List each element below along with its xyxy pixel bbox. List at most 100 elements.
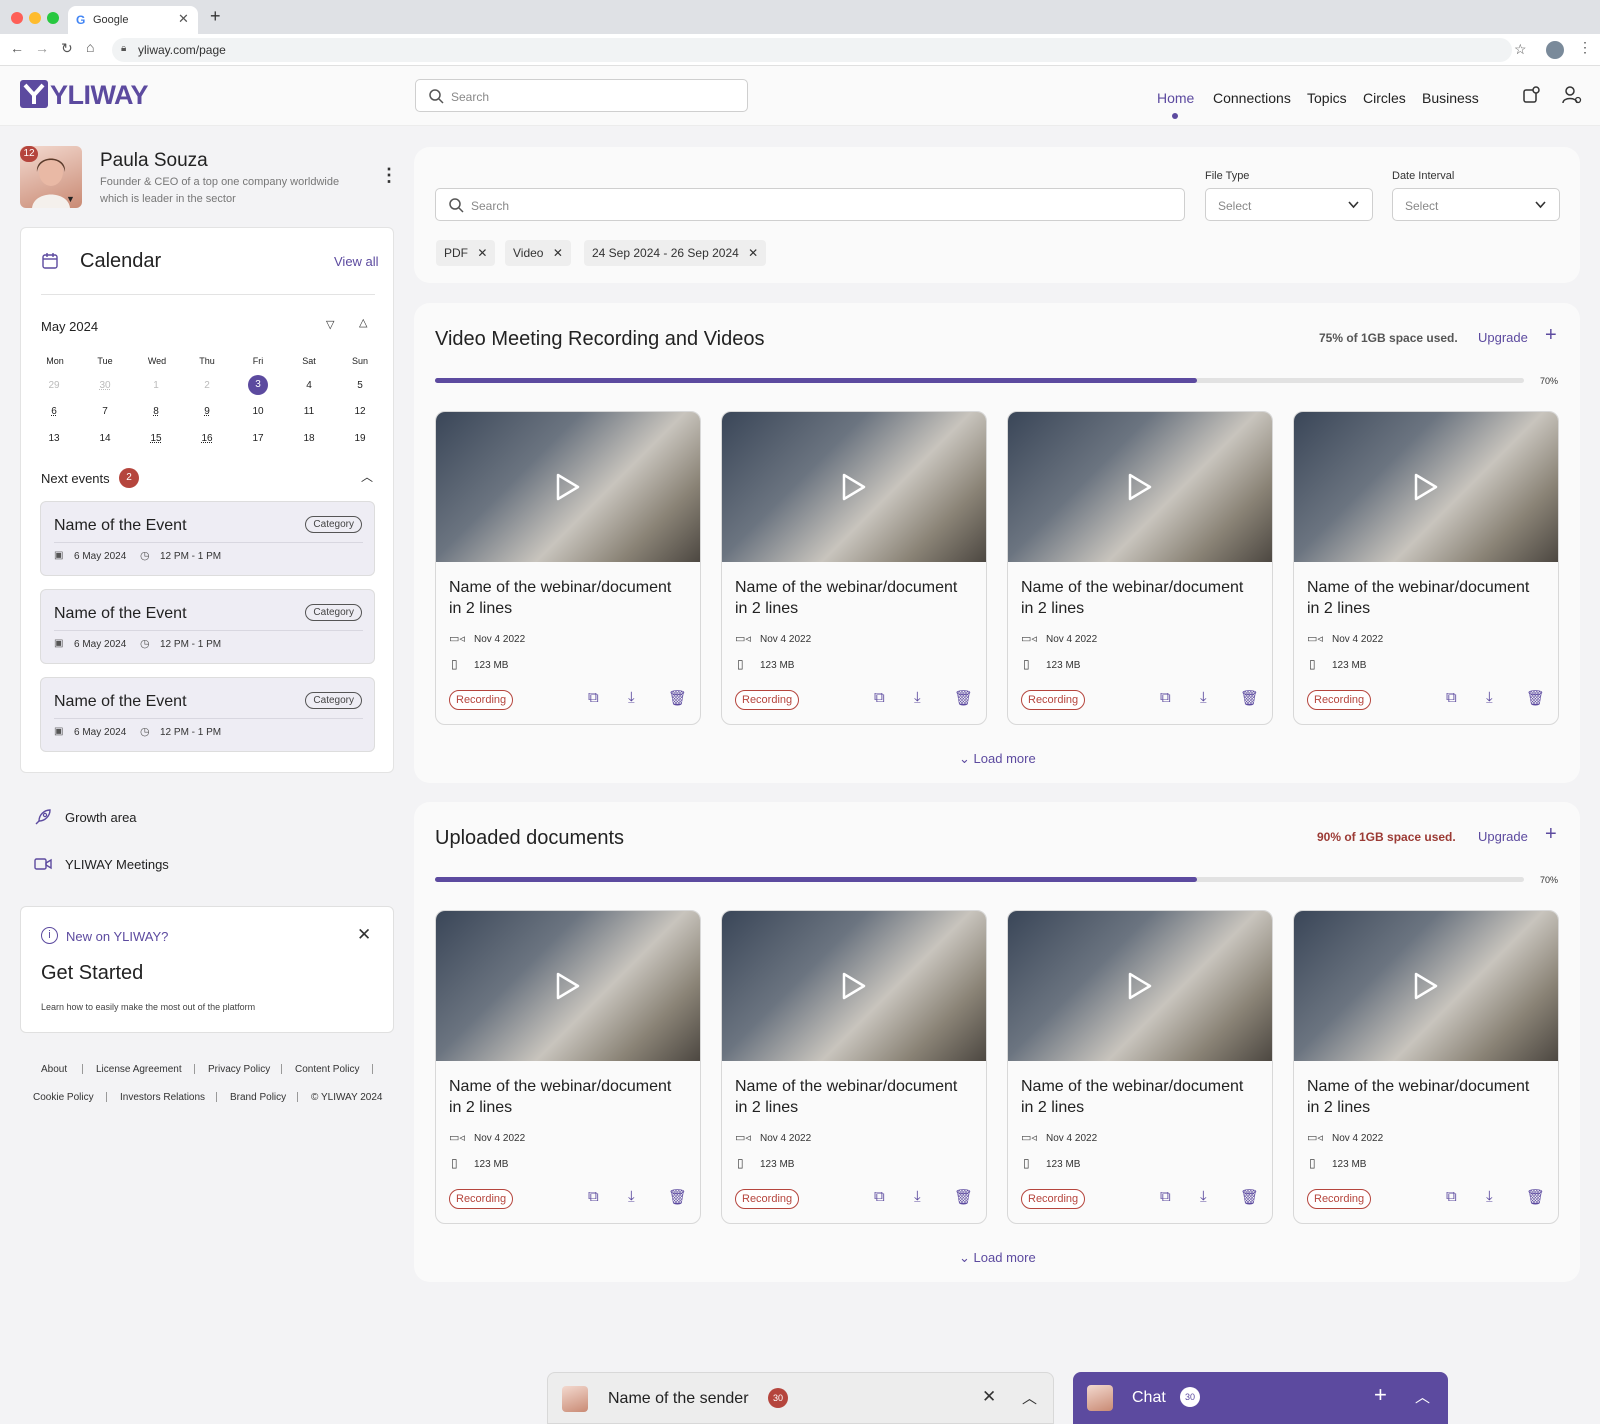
minimize-window-icon[interactable] <box>29 12 41 24</box>
calendar-prev-month-icon[interactable]: △ <box>359 316 367 329</box>
media-card[interactable]: Name of the webinar/document in 2 lines ▭… <box>1293 411 1559 725</box>
videos-add-icon[interactable]: + <box>1545 324 1557 347</box>
delete-icon[interactable]: 🗑︎ <box>1526 689 1545 707</box>
videos-upgrade-link[interactable]: Upgrade <box>1478 330 1528 345</box>
download-icon[interactable]: ⤓ <box>1486 1188 1493 1205</box>
calendar-view-all-link[interactable]: View all <box>334 254 379 269</box>
footer-link-investors[interactable]: Investors Relations <box>120 1092 205 1103</box>
back-icon[interactable]: ← <box>10 40 24 56</box>
new-chat-icon[interactable]: + <box>1374 1382 1387 1408</box>
nav-connections[interactable]: Connections <box>1213 90 1291 106</box>
copy-icon[interactable]: ⧉ <box>588 689 599 706</box>
copy-icon[interactable]: ⧉ <box>874 1188 885 1205</box>
event-card[interactable]: Name of the Event Category ▣ 6 May 2024 … <box>40 677 375 752</box>
bookmark-star-icon[interactable]: ☆ <box>1514 41 1527 58</box>
expand-chat-icon[interactable]: ︿ <box>1415 1386 1430 1407</box>
browser-profile-avatar[interactable] <box>1546 41 1564 59</box>
copy-icon[interactable]: ⧉ <box>874 689 885 706</box>
header-search-input[interactable]: Search <box>415 79 748 112</box>
forward-icon[interactable]: → <box>35 40 49 56</box>
calendar-day[interactable]: 19 <box>350 433 370 444</box>
calendar-day[interactable]: 16 <box>197 433 217 444</box>
copy-icon[interactable]: ⧉ <box>1160 1188 1171 1205</box>
browser-menu-icon[interactable]: ⋮ <box>1578 39 1592 56</box>
profile-menu-icon[interactable]: ⋮ <box>380 165 398 186</box>
calendar-day[interactable]: 7 <box>95 406 115 417</box>
delete-icon[interactable]: 🗑︎ <box>954 1188 973 1206</box>
copy-icon[interactable]: ⧉ <box>1446 1188 1457 1205</box>
expand-chat-icon[interactable]: ︿ <box>1022 1387 1037 1408</box>
copy-icon[interactable]: ⧉ <box>1446 689 1457 706</box>
calendar-day[interactable]: 30 <box>95 380 115 391</box>
home-icon[interactable]: ⌂ <box>86 39 94 55</box>
calendar-day[interactable]: 2 <box>197 380 217 391</box>
footer-link-license[interactable]: License Agreement <box>96 1064 182 1075</box>
footer-link-about[interactable]: About <box>41 1064 67 1075</box>
calendar-day[interactable]: 11 <box>299 406 319 417</box>
calendar-day[interactable]: 13 <box>44 433 64 444</box>
user-settings-icon[interactable] <box>1562 85 1582 105</box>
calendar-day[interactable]: 9 <box>197 406 217 417</box>
new-tab-icon[interactable]: + <box>210 6 221 27</box>
download-icon[interactable]: ⤓ <box>1200 689 1207 706</box>
nav-circles[interactable]: Circles <box>1363 90 1406 106</box>
download-icon[interactable]: ⤓ <box>1486 689 1493 706</box>
download-icon[interactable]: ⤓ <box>914 1188 921 1205</box>
nav-business[interactable]: Business <box>1422 90 1479 106</box>
documents-add-icon[interactable]: + <box>1545 823 1557 846</box>
calendar-day[interactable]: 15 <box>146 433 166 444</box>
footer-link-brand[interactable]: Brand Policy <box>230 1092 286 1103</box>
delete-icon[interactable]: 🗑︎ <box>1240 689 1259 707</box>
download-icon[interactable]: ⤓ <box>1200 1188 1207 1205</box>
event-card[interactable]: Name of the Event Category ▣ 6 May 2024 … <box>40 501 375 576</box>
close-window-icon[interactable] <box>11 12 23 24</box>
play-icon[interactable] <box>555 972 581 1000</box>
delete-icon[interactable]: 🗑︎ <box>954 689 973 707</box>
play-icon[interactable] <box>841 473 867 501</box>
footer-link-privacy[interactable]: Privacy Policy <box>208 1064 270 1075</box>
calendar-day[interactable]: 5 <box>350 380 370 391</box>
footer-link-cookie[interactable]: Cookie Policy <box>33 1092 94 1103</box>
notifications-icon[interactable] <box>1522 86 1540 104</box>
play-icon[interactable] <box>1127 972 1153 1000</box>
media-card[interactable]: Name of the webinar/document in 2 lines ▭… <box>721 411 987 725</box>
download-icon[interactable]: ⤓ <box>628 1188 635 1205</box>
address-bar[interactable]: 🔒︎ yliway.com/page ☆ <box>112 38 1527 62</box>
download-icon[interactable]: ⤓ <box>628 689 635 706</box>
nav-topics[interactable]: Topics <box>1307 90 1347 106</box>
calendar-day[interactable]: 1 <box>146 380 166 391</box>
media-card[interactable]: Name of the webinar/document in 2 lines ▭… <box>435 411 701 725</box>
play-icon[interactable] <box>1413 473 1439 501</box>
calendar-day[interactable]: 14 <box>95 433 115 444</box>
calendar-day[interactable]: 8 <box>146 406 166 417</box>
download-icon[interactable]: ⤓ <box>914 689 921 706</box>
play-icon[interactable] <box>841 972 867 1000</box>
close-chat-icon[interactable]: ✕ <box>982 1387 996 1407</box>
media-card[interactable]: Name of the webinar/document in 2 lines ▭… <box>1293 910 1559 1224</box>
remove-filter-icon[interactable]: ✕ <box>477 246 487 260</box>
media-card[interactable]: Name of the webinar/document in 2 lines ▭… <box>1007 411 1273 725</box>
calendar-day-selected[interactable]: 3 <box>248 375 268 395</box>
footer-link-content[interactable]: Content Policy <box>295 1064 359 1075</box>
media-card[interactable]: Name of the webinar/document in 2 lines ▭… <box>435 910 701 1224</box>
chat-bar[interactable]: Chat 30 + ︿ <box>1073 1372 1448 1424</box>
delete-icon[interactable]: 🗑︎ <box>668 689 687 707</box>
calendar-day[interactable]: 4 <box>299 380 319 391</box>
close-icon[interactable]: ✕ <box>357 925 371 945</box>
delete-icon[interactable]: 🗑︎ <box>668 1188 687 1206</box>
maximize-window-icon[interactable] <box>47 12 59 24</box>
date-interval-select[interactable]: Select <box>1392 188 1560 221</box>
calendar-day[interactable]: 29 <box>44 380 64 391</box>
delete-icon[interactable]: 🗑︎ <box>1240 1188 1259 1206</box>
copy-icon[interactable]: ⧉ <box>1160 689 1171 706</box>
browser-tab[interactable]: G Google ✕ <box>68 6 198 34</box>
documents-upgrade-link[interactable]: Upgrade <box>1478 829 1528 844</box>
close-tab-icon[interactable]: ✕ <box>178 11 189 27</box>
calendar-day[interactable]: 6 <box>44 406 64 417</box>
get-started-title[interactable]: Get Started <box>41 962 143 985</box>
media-card[interactable]: Name of the webinar/document in 2 lines ▭… <box>1007 910 1273 1224</box>
calendar-day[interactable]: 17 <box>248 433 268 444</box>
sidebar-item-growth[interactable]: Growth area <box>34 806 374 830</box>
remove-filter-icon[interactable]: ✕ <box>553 246 563 260</box>
file-type-select[interactable]: Select <box>1205 188 1373 221</box>
